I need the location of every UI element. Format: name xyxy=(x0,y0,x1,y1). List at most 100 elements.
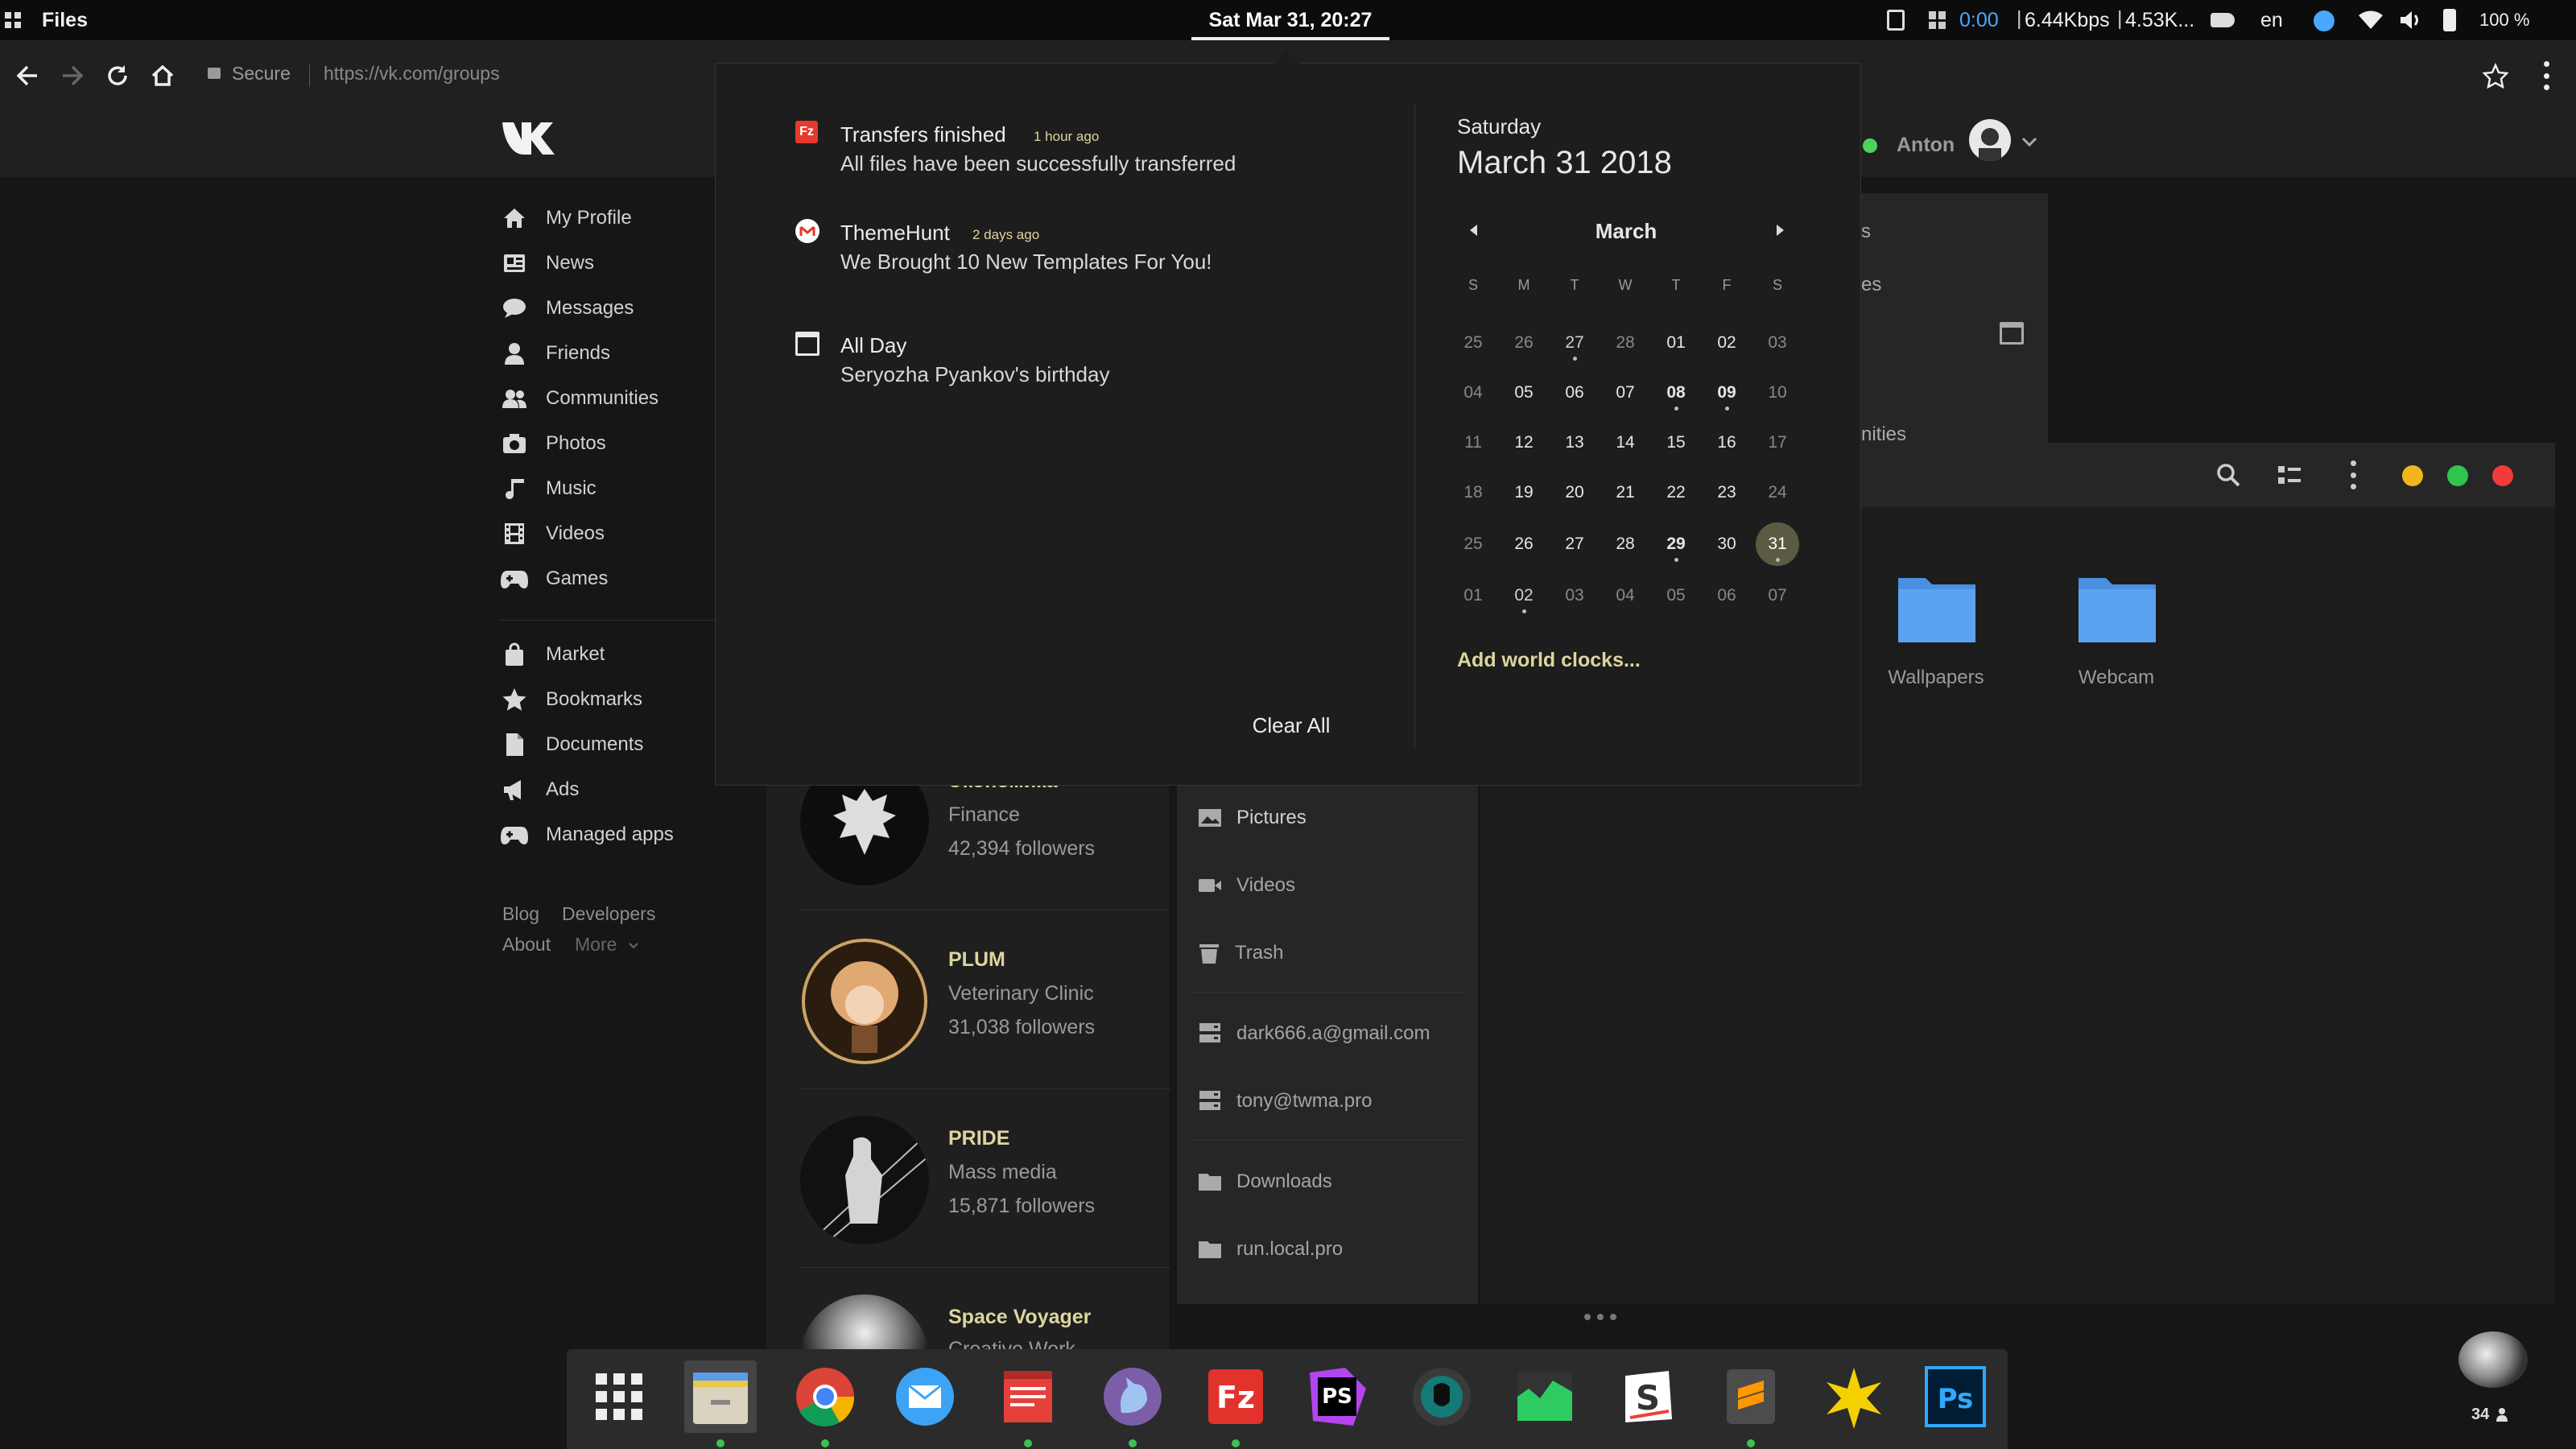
menu-kebab-icon[interactable] xyxy=(2351,460,2357,489)
calendar-day[interactable]: 07 xyxy=(1601,377,1649,409)
calendar-day[interactable]: 22 xyxy=(1652,477,1700,509)
nav-friends[interactable]: Friends xyxy=(499,333,749,374)
system-monitor-icon[interactable] xyxy=(1509,1360,1581,1433)
footer-about-link[interactable]: About xyxy=(502,934,551,956)
network-speed-down[interactable]: 6.44Kbps xyxy=(2025,0,2110,40)
calendar-day[interactable]: 28 xyxy=(1601,528,1649,560)
files-icon[interactable] xyxy=(684,1360,757,1433)
folder-wallpapers[interactable]: Wallpapers xyxy=(1876,564,1996,700)
slack-icon[interactable]: S xyxy=(1612,1360,1684,1433)
maximize-button[interactable] xyxy=(2447,465,2468,486)
calendar-day[interactable]: 23 xyxy=(1703,477,1751,509)
nav-bookmarks[interactable]: Bookmarks xyxy=(499,679,749,720)
footer-blog-link[interactable]: Blog xyxy=(502,903,539,925)
calendar-day[interactable]: 07 xyxy=(1753,580,1802,612)
sidebar-item-run-local-pro[interactable]: run.local.pro xyxy=(1198,1233,1343,1265)
timer-value[interactable]: 0:00 xyxy=(1959,0,1999,40)
more-dots-icon[interactable] xyxy=(1584,1314,1616,1320)
nav-photos[interactable]: Photos xyxy=(499,423,749,464)
calendar-day[interactable]: 30 xyxy=(1703,528,1751,560)
calendar-day[interactable]: 06 xyxy=(1703,580,1751,612)
nav-messages[interactable]: Messages xyxy=(499,288,749,328)
user-name[interactable]: Anton xyxy=(1897,134,1955,157)
app-grid-icon[interactable] xyxy=(583,1360,655,1433)
calendar-day[interactable]: 26 xyxy=(1500,327,1548,359)
clipboard-icon[interactable] xyxy=(1887,10,1905,31)
community-name[interactable]: PRIDE xyxy=(948,1127,1009,1150)
calendar-day[interactable]: 04 xyxy=(1601,580,1649,612)
calendar-icon[interactable] xyxy=(2000,322,2024,345)
nav-market[interactable]: Market xyxy=(499,634,749,675)
next-month-icon[interactable] xyxy=(1774,224,1785,237)
calendar-day[interactable]: 19 xyxy=(1500,477,1548,509)
footer-more-link[interactable]: More xyxy=(575,934,617,956)
calendar-day[interactable]: 18 xyxy=(1449,477,1497,509)
calendar-day[interactable]: 16 xyxy=(1703,427,1751,459)
calendar-day[interactable]: 01 xyxy=(1449,580,1497,612)
nav-ads[interactable]: Ads xyxy=(499,770,749,810)
mail-icon[interactable] xyxy=(889,1360,961,1433)
sidebar-item-trash[interactable]: Trash xyxy=(1198,937,1283,969)
kde-icon[interactable] xyxy=(1818,1360,1890,1433)
nav-managed-apps[interactable]: Managed apps xyxy=(499,815,749,855)
calendar-day[interactable]: 24 xyxy=(1753,477,1802,509)
browser-menu-icon[interactable] xyxy=(2544,61,2550,90)
community-name[interactable]: PLUM xyxy=(948,948,1005,972)
text-editor-icon[interactable] xyxy=(992,1360,1064,1433)
panel-text[interactable]: es xyxy=(1861,274,1881,296)
drive-icon[interactable] xyxy=(2211,13,2235,27)
photoshop-icon[interactable]: Ps xyxy=(1919,1360,1992,1433)
app-name[interactable]: Files xyxy=(42,0,88,40)
panel-text[interactable]: nities xyxy=(1861,423,1906,443)
nav-music[interactable]: Music xyxy=(499,469,749,509)
calendar-day[interactable]: 12 xyxy=(1500,427,1548,459)
calendar-day[interactable]: 26 xyxy=(1500,528,1548,560)
calendar-day[interactable]: 03 xyxy=(1753,327,1802,359)
nav-communities[interactable]: Communities xyxy=(499,378,749,419)
calendar-day[interactable]: 13 xyxy=(1550,427,1599,459)
calendar-day[interactable]: 10 xyxy=(1753,377,1802,409)
calendar-day[interactable]: 21 xyxy=(1601,477,1649,509)
calendar-day[interactable]: 25 xyxy=(1449,327,1497,359)
calendar-day[interactable]: 08 xyxy=(1652,377,1700,411)
nav-videos[interactable]: Videos xyxy=(499,514,749,554)
bookmark-star-icon[interactable] xyxy=(2483,63,2508,89)
calendar-day[interactable]: 29 xyxy=(1652,528,1700,562)
calendar-day[interactable]: 06 xyxy=(1550,377,1599,409)
volume-icon[interactable] xyxy=(2399,10,2423,31)
calendar-day[interactable]: 09 xyxy=(1703,377,1751,411)
sidebar-item-videos[interactable]: Videos xyxy=(1198,869,1295,902)
calendar-day[interactable]: 27 xyxy=(1550,528,1599,560)
clock[interactable]: Sat Mar 31, 20:27 xyxy=(1191,0,1389,40)
community-name[interactable]: Space Voyager xyxy=(948,1306,1091,1329)
close-button[interactable] xyxy=(2492,465,2513,486)
language-indicator[interactable]: en xyxy=(2260,0,2283,40)
gnome-icon[interactable] xyxy=(1096,1360,1169,1433)
calendar-day-today[interactable]: 31 xyxy=(1756,522,1799,566)
vk-logo-icon[interactable] xyxy=(501,119,557,156)
folder-webcam[interactable]: Webcam xyxy=(2056,564,2177,700)
calendar-day[interactable]: 05 xyxy=(1500,377,1548,409)
phpstorm-icon[interactable]: PS xyxy=(1301,1360,1373,1433)
calendar-day[interactable]: 17 xyxy=(1753,427,1802,459)
view-options-icon[interactable] xyxy=(2277,464,2302,486)
sidebar-item-pictures[interactable]: Pictures xyxy=(1198,802,1307,834)
calendar-day[interactable]: 27 xyxy=(1550,327,1599,361)
calendar-day[interactable]: 03 xyxy=(1550,580,1599,612)
forward-icon[interactable] xyxy=(60,63,85,89)
timer-icon[interactable] xyxy=(1929,11,1946,29)
calendar-day[interactable]: 04 xyxy=(1449,377,1497,409)
url-text[interactable]: https://vk.com/groups xyxy=(324,63,500,85)
user-avatar[interactable] xyxy=(1969,119,2011,161)
back-icon[interactable] xyxy=(14,63,40,89)
nav-my-profile[interactable]: My Profile xyxy=(499,198,749,238)
panel-text[interactable]: s xyxy=(1861,221,1871,243)
calendar-day[interactable]: 02 xyxy=(1703,327,1751,359)
network-speed-up[interactable]: 4.53K... xyxy=(2125,0,2194,40)
calendar-day[interactable]: 25 xyxy=(1449,528,1497,560)
calendar-day[interactable]: 01 xyxy=(1652,327,1700,359)
filezilla-icon[interactable]: Fz xyxy=(1199,1360,1272,1433)
reload-icon[interactable] xyxy=(105,63,130,89)
sublime-icon[interactable] xyxy=(1715,1360,1787,1433)
calendar-day[interactable]: 14 xyxy=(1601,427,1649,459)
